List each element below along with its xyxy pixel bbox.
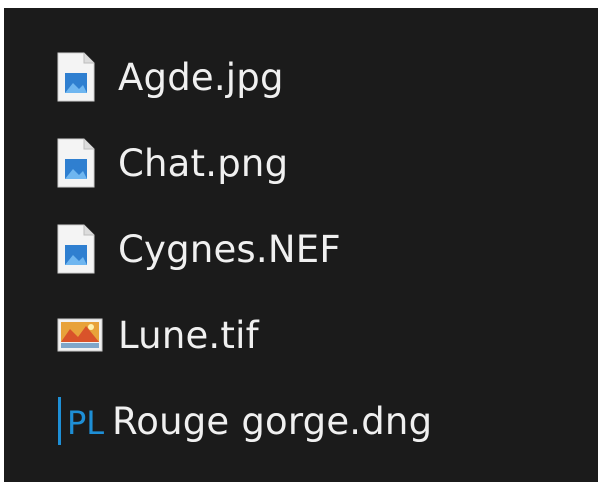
file-item-chat[interactable]: Chat.png [56,120,432,206]
photolab-icon: PL [56,394,118,448]
file-item-rouge-gorge[interactable]: PL Rouge gorge.dng [56,378,432,464]
file-name: Cygnes.NEF [118,227,341,271]
file-list: Agde.jpg Chat.png Cygnes.NEF Lune.tif PL… [56,34,432,464]
image-file-icon [56,222,118,276]
file-item-agde[interactable]: Agde.jpg [56,34,432,120]
file-item-lune[interactable]: Lune.tif [56,292,432,378]
image-file-icon [56,50,118,104]
photo-viewer-icon [56,308,118,362]
file-name: Rouge gorge.dng [112,399,433,443]
file-name: Chat.png [118,141,289,185]
image-file-icon [56,136,118,190]
file-name: Lune.tif [118,313,259,357]
photolab-icon-text: PL [67,404,104,442]
file-name: Agde.jpg [118,55,284,99]
file-item-cygnes[interactable]: Cygnes.NEF [56,206,432,292]
file-explorer-panel: Agde.jpg Chat.png Cygnes.NEF Lune.tif PL… [4,8,598,482]
